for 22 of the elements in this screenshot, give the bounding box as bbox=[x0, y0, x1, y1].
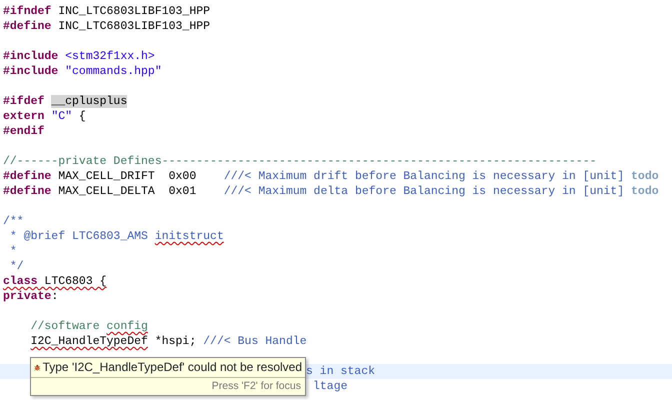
code-line: #ifndef INC_LTC6803LIBF103_HPP bbox=[3, 5, 210, 18]
focus-hint: Press 'F2' for focus bbox=[212, 380, 301, 392]
code-line: #define MAX_CELL_DRIFT 0x00 ///< Maximum drift before Balancing is necessary in [unit] todo bbox=[3, 170, 659, 183]
code-line: */ bbox=[8, 260, 24, 273]
code-line: private: bbox=[3, 290, 58, 303]
code-line: #ifdef __cplusplus bbox=[3, 95, 128, 108]
code-line: I2C_HandleTypeDef *hspi; ///< Bus Handle bbox=[30, 335, 307, 348]
code-line: extern "C" { bbox=[3, 110, 86, 123]
code-line: #include "commands.hpp" bbox=[3, 65, 162, 78]
error-message: Type 'I2C_HandleTypeDef' could not be resolved bbox=[42, 359, 302, 376]
code-line: #include <stm32f1xx.h> bbox=[3, 50, 155, 63]
code-line: * @brief LTC6803_AMS initstruct bbox=[8, 230, 224, 243]
code-line: * bbox=[8, 245, 17, 258]
code-line: //------private Defines--------------------------------------------------------------- bbox=[3, 155, 596, 168]
code-line: //software config bbox=[30, 320, 148, 333]
code-line: #define MAX_CELL_DELTA 0x01 ///< Maximum delta before Balancing is necessary in [unit] todo bbox=[3, 185, 659, 198]
code-line: /** bbox=[3, 215, 24, 228]
code-line: #define INC_LTC6803LIBF103_HPP bbox=[3, 20, 210, 33]
code-line: #endif bbox=[3, 125, 44, 138]
code-line: ltage bbox=[313, 380, 348, 393]
code-line: s in stack bbox=[306, 365, 376, 378]
code-line: class LTC6803 { bbox=[3, 275, 107, 288]
